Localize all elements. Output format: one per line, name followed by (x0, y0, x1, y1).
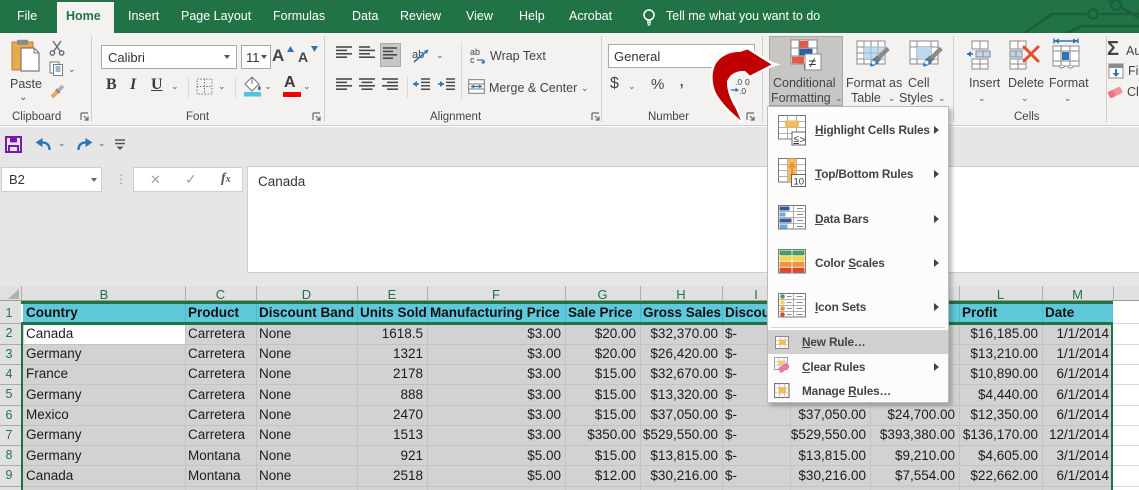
svg-text:>: > (800, 135, 806, 146)
svg-text:c: c (470, 55, 475, 65)
svg-text:≠: ≠ (809, 55, 817, 71)
svg-text:10: 10 (794, 177, 805, 188)
